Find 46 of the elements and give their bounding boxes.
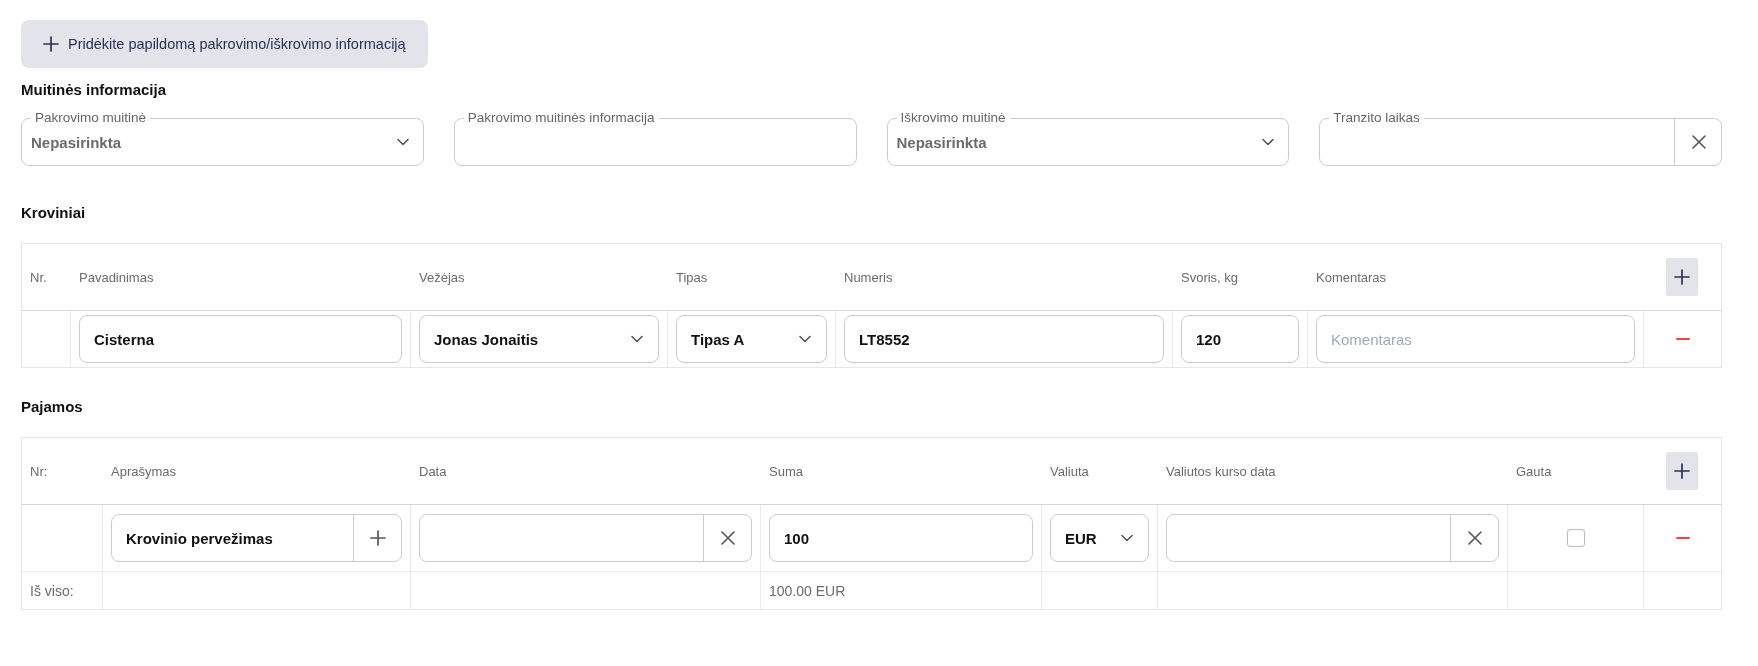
plus-icon [369, 530, 386, 546]
minus-icon [1675, 536, 1690, 540]
minus-icon [1675, 337, 1690, 341]
total-amount: 100.00 EUR [769, 582, 846, 599]
column-header: Tipas [675, 268, 709, 287]
weight-input[interactable]: 120 [1181, 315, 1299, 363]
column-header: Aprašymas [110, 462, 178, 481]
number-input[interactable]: LT8552 [844, 315, 1164, 363]
date-field[interactable]: Tranzito laikas [1319, 110, 1722, 166]
column-header: Svoris, kg [1180, 268, 1240, 287]
section-title: Muitinės informacija [21, 81, 168, 98]
column-header: Numeris [843, 268, 894, 287]
carrier-select[interactable]: Jonas Jonaitis [419, 315, 659, 363]
column-header: Nr. [29, 268, 48, 287]
plus-icon [1674, 269, 1690, 285]
column-header: Valiutos kurso data [1165, 462, 1277, 481]
rate-date-input[interactable] [1166, 514, 1499, 562]
add-info-button[interactable]: Pridėkite papildomą pakrovimo/iškrovimo informaciją [21, 20, 428, 68]
total-label: Iš viso: [30, 582, 74, 599]
column-header: Vežėjas [418, 268, 466, 287]
plus-icon [1674, 463, 1690, 479]
column-header: Suma [768, 462, 804, 481]
column-header: Komentaras [1315, 268, 1388, 287]
add-row-button[interactable] [1666, 452, 1698, 490]
column-header: Data [418, 462, 448, 481]
currency-select[interactable]: EUR [1050, 514, 1149, 562]
section-title: Pajamos [21, 398, 84, 415]
column-header: Nr: [29, 462, 49, 481]
add-row-button[interactable] [1666, 258, 1698, 296]
date-input[interactable] [419, 514, 752, 562]
name-input[interactable]: Cisterna [79, 315, 402, 363]
column-header: Valiuta [1049, 462, 1090, 481]
close-icon [1466, 530, 1483, 546]
received-checkbox[interactable] [1566, 529, 1585, 547]
type-select[interactable]: Tipas A [676, 315, 827, 363]
plus-icon [43, 36, 59, 52]
amount-input[interactable]: 100 [769, 514, 1033, 562]
select-field[interactable]: Iškrovimo muitinė Nepasirinkta [886, 110, 1290, 166]
close-icon [1690, 134, 1707, 150]
column-header: Gauta [1515, 462, 1553, 481]
text-field[interactable]: Pakrovimo muitinės informacija [453, 110, 857, 166]
select-field[interactable]: Pakrovimo muitinė Nepasirinkta [21, 110, 424, 166]
column-header: Pavadinimas [78, 268, 155, 287]
section-title: Kroviniai [21, 204, 87, 221]
close-icon [719, 530, 736, 546]
description-input[interactable]: Krovinio pervežimas [111, 514, 402, 562]
